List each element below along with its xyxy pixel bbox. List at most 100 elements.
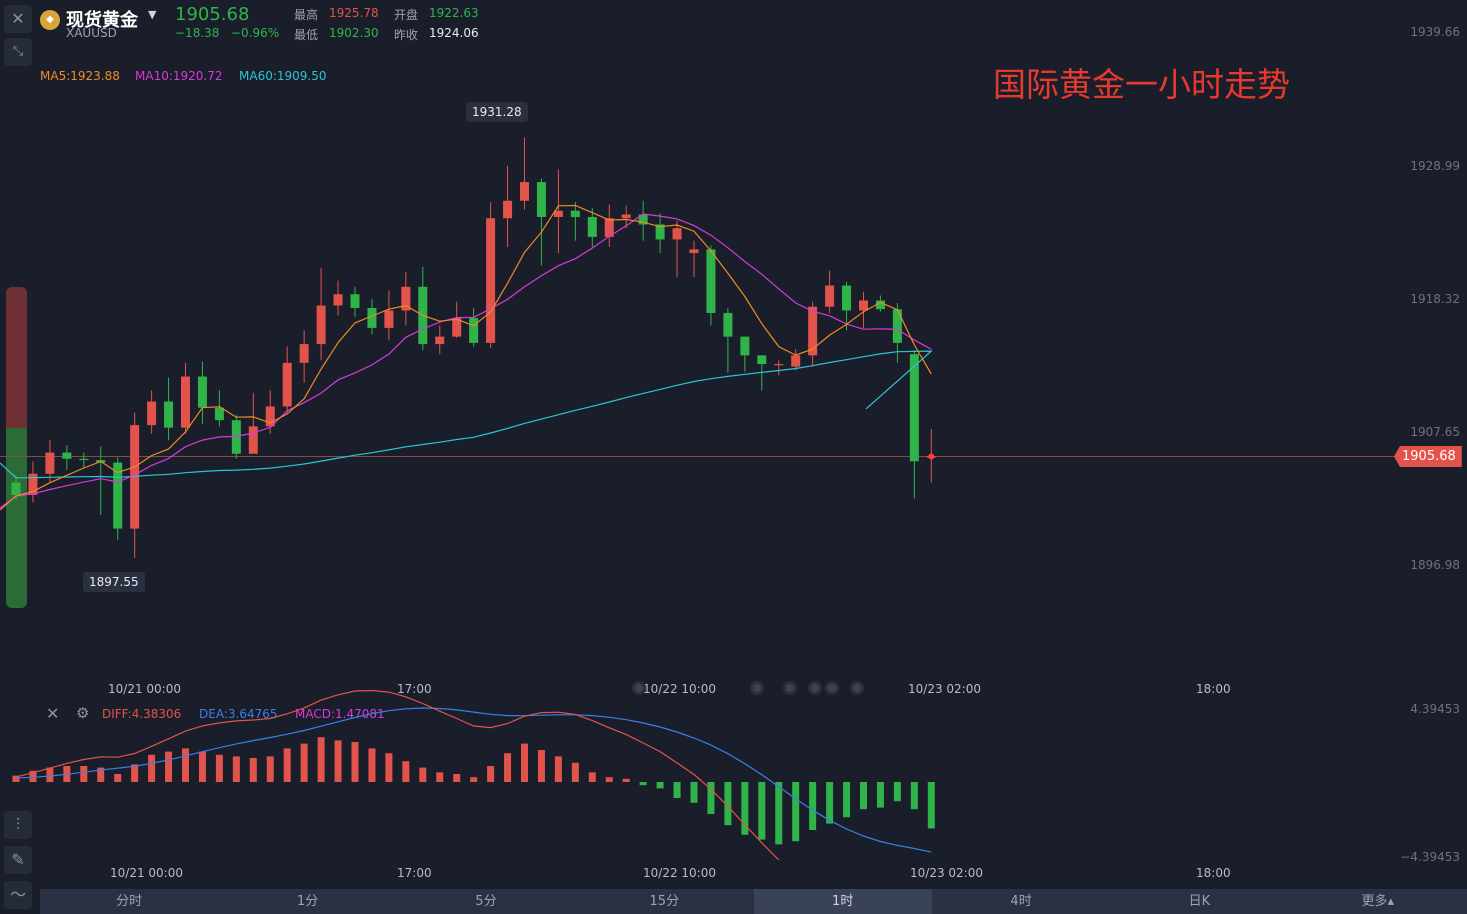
candle-body <box>672 228 682 240</box>
candle-body <box>740 336 750 356</box>
candle-body <box>503 200 513 219</box>
candle-body <box>536 182 546 217</box>
candle-body <box>282 362 292 407</box>
macd-bar <box>215 754 223 782</box>
candle-body <box>723 312 733 337</box>
macd-bar <box>537 750 545 782</box>
macd-bar <box>792 782 800 842</box>
candle-body <box>859 300 868 311</box>
macd-time-label: 17:00 <box>397 866 432 880</box>
candle-body <box>757 355 767 365</box>
macd-bar <box>758 782 766 840</box>
macd-bar <box>402 761 410 782</box>
candle-body <box>909 354 919 462</box>
candle-body <box>520 182 529 201</box>
candle-body <box>214 407 224 421</box>
candle-body <box>469 317 479 343</box>
candle-body <box>791 355 801 367</box>
live-price-dot <box>928 453 935 460</box>
macd-bar <box>521 743 528 782</box>
candle-body <box>435 336 445 345</box>
macd-bar <box>656 782 664 789</box>
macd-chart[interactable] <box>0 690 1467 860</box>
line-chart-icon[interactable]: 〜 <box>4 881 32 909</box>
tab-timeshare[interactable]: 分时 <box>40 889 218 914</box>
candle-body <box>333 294 343 306</box>
tab-15min[interactable]: 15分 <box>575 889 753 914</box>
tab-1hour[interactable]: 1时 <box>753 889 932 914</box>
candle-body <box>384 310 394 328</box>
candle-body <box>621 214 631 219</box>
macd-bar <box>165 751 173 782</box>
macd-bar <box>554 756 562 782</box>
macd-time-label: 18:00 <box>1196 866 1231 880</box>
macd-bar <box>300 743 308 782</box>
macd-bar <box>351 742 359 782</box>
macd-bar <box>249 758 257 782</box>
candle-body <box>689 249 699 254</box>
macd-bar <box>622 778 630 782</box>
macd-time-label: 10/21 00:00 <box>110 866 183 880</box>
macd-bar <box>571 762 579 782</box>
macd-bar <box>470 777 478 782</box>
candle-body <box>11 482 21 495</box>
candlestick-chart[interactable] <box>0 0 1467 680</box>
macd-bar <box>690 782 698 803</box>
macd-bar <box>198 751 206 782</box>
macd-bar <box>436 772 444 782</box>
candle-body <box>892 309 902 343</box>
candle-body <box>164 401 174 428</box>
macd-bar <box>927 782 935 829</box>
macd-bar <box>266 756 274 782</box>
macd-bar <box>876 782 884 808</box>
macd-time-label: 10/23 02:00 <box>910 866 983 880</box>
ma60-line <box>0 350 933 479</box>
macd-bar <box>385 753 393 782</box>
candle-body <box>825 285 835 307</box>
candle-body <box>486 218 496 343</box>
macd-bar <box>775 782 783 845</box>
tab-daily[interactable]: 日K <box>1110 889 1288 914</box>
candle-body <box>79 458 89 461</box>
candle-body <box>587 216 597 237</box>
macd-bar <box>148 754 156 782</box>
macd-bar <box>893 782 901 802</box>
macd-bar <box>809 782 817 830</box>
candle-body <box>774 364 784 366</box>
tab-5min[interactable]: 5分 <box>397 889 575 914</box>
candle-body <box>316 305 326 345</box>
macd-bar <box>419 767 427 782</box>
macd-bar <box>453 774 461 782</box>
candle-body <box>842 285 852 311</box>
macd-bar <box>80 766 88 782</box>
tab-4hour[interactable]: 4时 <box>932 889 1110 914</box>
candle-body <box>299 344 309 363</box>
macd-bar <box>182 748 189 782</box>
candle-body <box>367 307 377 328</box>
candle-body <box>808 306 818 356</box>
candle-body <box>181 376 190 428</box>
timeframe-tabs: 分时 1分 5分 15分 1时 4时 日K 更多▴ <box>40 889 1467 914</box>
candle-body <box>570 210 580 217</box>
macd-bar <box>588 772 596 782</box>
candle-body <box>147 401 157 426</box>
macd-bar <box>673 782 681 798</box>
macd-bar <box>605 777 613 782</box>
macd-bar <box>860 782 867 810</box>
high-marker: 1931.28 <box>466 102 528 122</box>
macd-bar <box>368 748 376 782</box>
macd-bar <box>487 766 495 782</box>
low-marker: 1897.55 <box>83 572 145 592</box>
macd-bar <box>639 782 647 786</box>
macd-bar <box>334 740 342 782</box>
macd-time-label: 10/22 10:00 <box>643 866 716 880</box>
tab-more[interactable]: 更多▴ <box>1289 889 1467 914</box>
macd-bar <box>46 767 54 782</box>
current-price-tag: 1905.68 <box>1394 446 1462 467</box>
macd-bar <box>826 782 834 824</box>
macd-bar <box>114 774 122 782</box>
candle-body <box>248 426 258 454</box>
tab-1min[interactable]: 1分 <box>218 889 396 914</box>
macd-bar <box>232 756 240 782</box>
macd-bar <box>283 748 291 782</box>
